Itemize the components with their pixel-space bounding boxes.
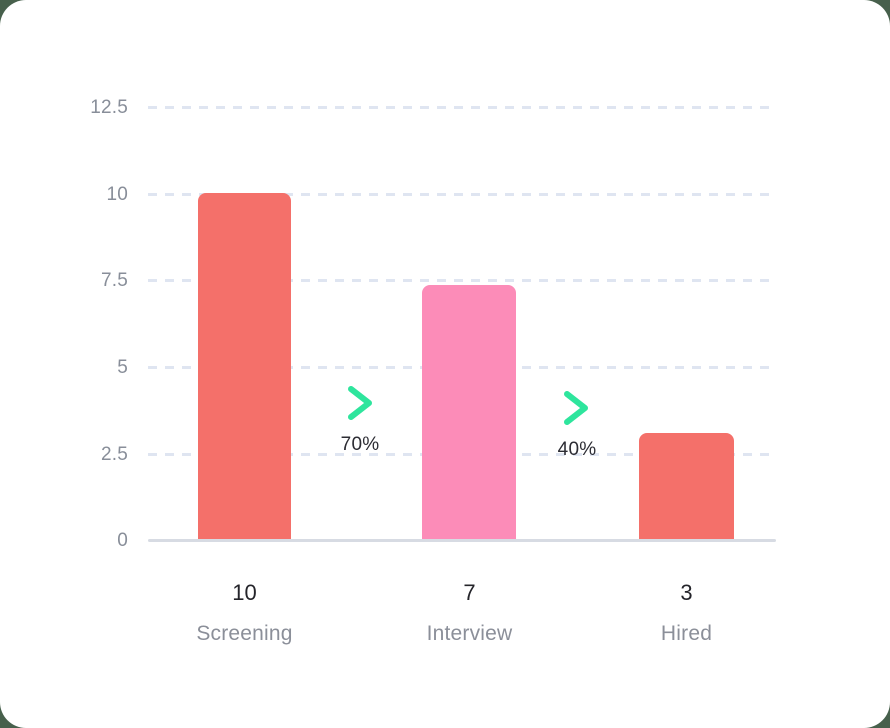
- y-axis-tick-label: 10: [106, 184, 128, 205]
- conversion-rate-screening-to-interview: 70%: [340, 434, 380, 455]
- y-axis-tick-label: 0: [117, 530, 128, 551]
- bar-hired[interactable]: [639, 432, 734, 541]
- y-axis-tick-label: 5: [117, 357, 128, 378]
- category-value: 3: [680, 580, 693, 605]
- conversion-rate-interview-to-hired: 40%: [557, 439, 597, 460]
- x-axis-baseline: [148, 539, 776, 542]
- chart-card: 12.5 10 7.5 5 2.5 0 70% 40% 10 Screening…: [0, 0, 890, 728]
- category-screening: 10 Screening: [172, 580, 317, 645]
- gridline-12-5: [148, 106, 776, 109]
- category-label: Screening: [196, 622, 293, 645]
- y-axis-tick-label: 2.5: [100, 444, 128, 465]
- y-axis-tick-label: 7.5: [100, 270, 128, 291]
- category-interview: 7 Interview: [397, 580, 542, 645]
- category-label: Interview: [426, 622, 513, 645]
- category-hired: 3 Hired: [614, 580, 759, 645]
- category-value: 10: [232, 580, 257, 605]
- category-label: Hired: [660, 622, 713, 645]
- y-axis-tick-label: 12.5: [90, 97, 128, 118]
- bar-screening[interactable]: [198, 193, 291, 541]
- category-value: 7: [463, 580, 476, 605]
- chevron-right-icon: [344, 384, 376, 427]
- bar-chart-plot-area: 12.5 10 7.5 5 2.5 0 70% 40% 10 Screening…: [0, 0, 890, 728]
- chevron-right-icon: [560, 389, 592, 432]
- bar-interview[interactable]: [422, 285, 516, 541]
